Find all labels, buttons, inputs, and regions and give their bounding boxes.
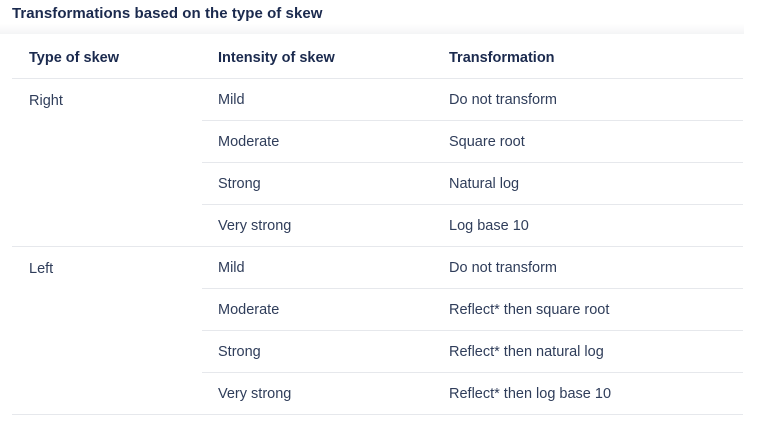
table-header-row: Type of skew Intensity of skew Transform…	[12, 37, 743, 79]
transformation-cell: Reflect* then square root	[433, 288, 743, 331]
table-row: Left Mild Do not transform	[12, 246, 743, 415]
column-header-transformation: Transformation	[433, 37, 743, 79]
intensity-cell: Strong	[202, 330, 433, 373]
intensity-cell: Mild	[202, 246, 433, 289]
intensity-cell: Moderate	[202, 120, 433, 163]
transformation-cell: Reflect* then log base 10	[433, 372, 743, 415]
transformation-cell: Log base 10	[433, 204, 743, 247]
transformation-cell: Natural log	[433, 162, 743, 205]
intensity-cell: Very strong	[202, 372, 433, 415]
table-caption: Transformations based on the type of ske…	[12, 5, 323, 22]
intensity-cell: Mild	[202, 78, 433, 121]
transformation-cell: Reflect* then natural log	[433, 330, 743, 373]
table-row: Right Mild Do not transform	[12, 78, 743, 247]
skew-transformations-table: Type of skew Intensity of skew Transform…	[12, 37, 743, 415]
intensity-cell: Very strong	[202, 204, 433, 247]
skew-type-cell: Right	[12, 78, 202, 247]
transformation-cell: Square root	[433, 120, 743, 163]
skew-type-cell: Left	[12, 246, 202, 415]
intensity-cell: Strong	[202, 162, 433, 205]
transformation-cell: Do not transform	[433, 78, 743, 121]
column-header-intensity-of-skew: Intensity of skew	[202, 37, 433, 79]
transformation-cell: Do not transform	[433, 246, 743, 289]
column-header-type-of-skew: Type of skew	[12, 37, 202, 79]
intensity-cell: Moderate	[202, 288, 433, 331]
